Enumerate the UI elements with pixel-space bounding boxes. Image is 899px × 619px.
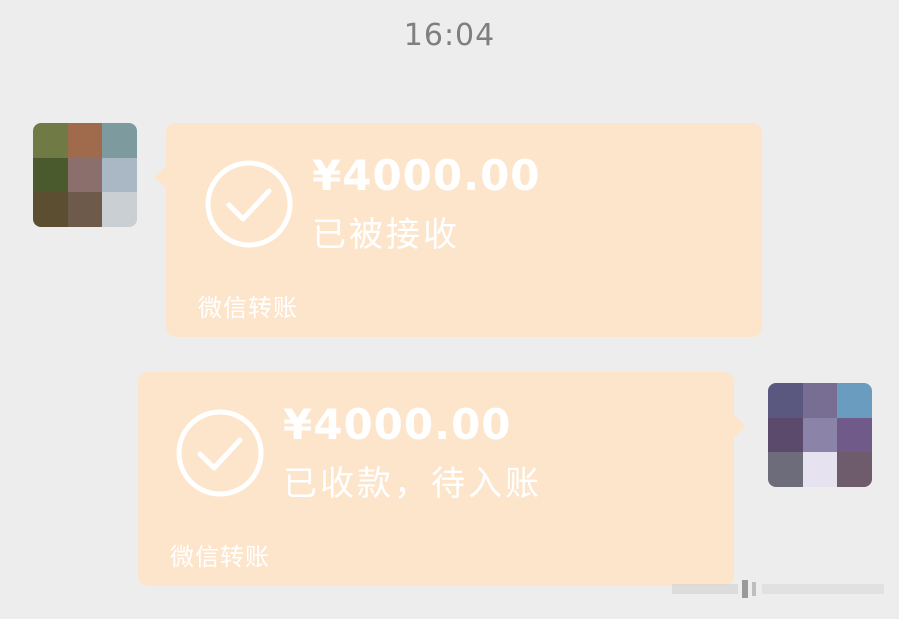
watermark-graphic xyxy=(672,580,884,598)
transfer-status: 已被接收 xyxy=(312,215,460,255)
transfer-label: 微信转账 xyxy=(170,543,270,571)
bubble-tail xyxy=(154,165,167,189)
transfer-label: 微信转账 xyxy=(198,294,298,322)
transfer-amount: ¥4000.00 xyxy=(312,151,541,200)
chat-screen: 16:04 ¥4000.00 已被接收 微信转账 ¥4000.00 已收款，待入… xyxy=(0,0,899,619)
message-timestamp: 16:04 xyxy=(403,18,496,53)
transfer-amount: ¥4000.00 xyxy=(283,400,512,449)
transfer-card-pending[interactable]: ¥4000.00 已收款，待入账 微信转账 xyxy=(138,372,746,586)
contact-avatar[interactable] xyxy=(33,123,137,227)
check-circle-icon xyxy=(205,160,293,248)
transfer-card-received[interactable]: ¥4000.00 已被接收 微信转账 xyxy=(154,123,762,337)
bubble-tail xyxy=(733,414,746,438)
self-avatar[interactable] xyxy=(768,383,872,487)
check-circle-icon xyxy=(176,409,264,497)
transfer-status: 已收款，待入账 xyxy=(283,464,542,504)
